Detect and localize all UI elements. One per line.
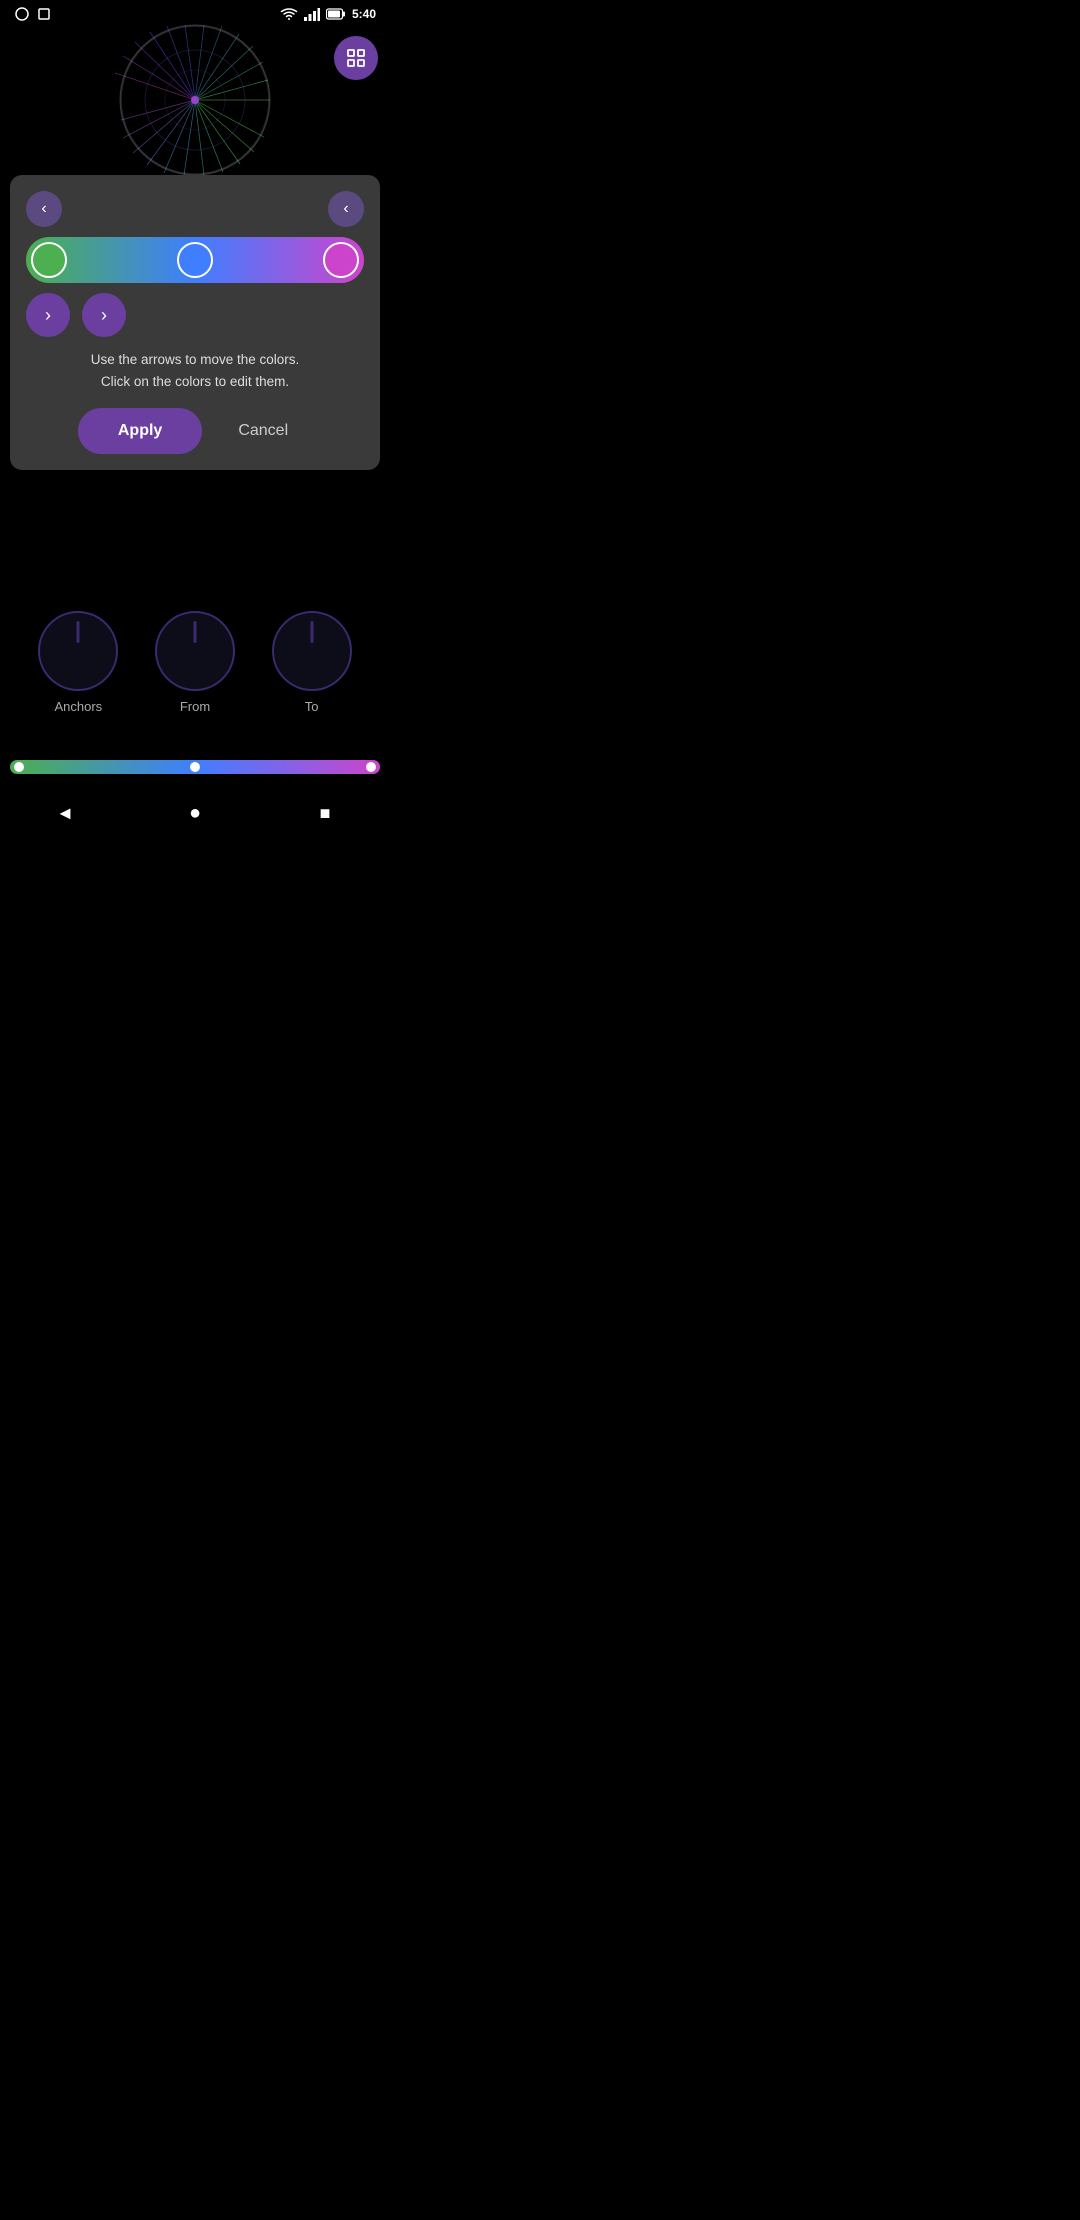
instruction-line-1: Use the arrows to move the colors. — [26, 349, 364, 371]
bottom-thumb-left[interactable] — [14, 762, 24, 772]
status-left-icons — [14, 6, 52, 22]
knobs-area: Anchors From To — [0, 611, 390, 714]
anchors-knob-indicator — [77, 621, 80, 643]
chevron-left-1-icon: ‹ — [41, 200, 46, 218]
bottom-thumb-center[interactable] — [190, 762, 200, 772]
back-nav-button[interactable]: ◄ — [45, 793, 85, 833]
signal-icon — [304, 7, 320, 21]
green-color-thumb[interactable] — [31, 242, 67, 278]
blue-color-thumb[interactable] — [177, 242, 213, 278]
pink-color-thumb[interactable] — [323, 242, 359, 278]
arrow-right-1-icon: › — [45, 305, 51, 326]
expand-icon — [345, 47, 367, 69]
top-chevrons-row: ‹ ‹ — [26, 191, 364, 227]
from-knob-indicator — [193, 621, 196, 643]
cancel-button[interactable]: Cancel — [214, 408, 312, 454]
arrow-right-2-button[interactable]: › — [82, 293, 126, 337]
bottom-thumb-right[interactable] — [366, 762, 376, 772]
color-gradient-bar — [26, 237, 364, 283]
arrow-right-1-button[interactable]: › — [26, 293, 70, 337]
clock: 5:40 — [352, 7, 376, 21]
spiral-visualization — [85, 20, 305, 180]
status-right: 5:40 — [280, 7, 376, 21]
recents-icon: ■ — [320, 803, 331, 824]
instruction-line-2: Click on the colors to edit them. — [26, 371, 364, 393]
color-editor-modal: ‹ ‹ › › Use the arrows to move the color… — [10, 175, 380, 470]
circle-icon — [14, 6, 30, 22]
battery-icon — [326, 8, 346, 20]
expand-button[interactable] — [334, 36, 378, 80]
arrows-row: › › — [26, 293, 364, 337]
home-icon: ● — [189, 802, 201, 825]
instruction-text: Use the arrows to move the colors. Click… — [26, 349, 364, 392]
from-knob[interactable] — [155, 611, 235, 691]
recents-nav-button[interactable]: ■ — [305, 793, 345, 833]
to-label: To — [305, 699, 319, 714]
anchors-knob-item: Anchors — [38, 611, 118, 714]
action-row: Apply Cancel — [26, 408, 364, 454]
back-icon: ◄ — [56, 803, 74, 824]
status-bar: 5:40 — [0, 0, 390, 28]
arrow-right-2-icon: › — [101, 305, 107, 326]
from-label: From — [180, 699, 210, 714]
chevron-left-2-button[interactable]: ‹ — [328, 191, 364, 227]
chevron-left-1-button[interactable]: ‹ — [26, 191, 62, 227]
apply-button[interactable]: Apply — [78, 408, 202, 454]
square-icon — [36, 6, 52, 22]
from-knob-item: From — [155, 611, 235, 714]
to-knob[interactable] — [272, 611, 352, 691]
home-nav-button[interactable]: ● — [175, 793, 215, 833]
bottom-gradient-bar[interactable] — [10, 760, 380, 774]
to-knob-indicator — [310, 621, 313, 643]
android-nav-bar: ◄ ● ■ — [0, 788, 390, 844]
chevron-left-2-icon: ‹ — [343, 200, 348, 218]
to-knob-item: To — [272, 611, 352, 714]
wifi-icon — [280, 7, 298, 21]
anchors-label: Anchors — [54, 699, 102, 714]
anchors-knob[interactable] — [38, 611, 118, 691]
